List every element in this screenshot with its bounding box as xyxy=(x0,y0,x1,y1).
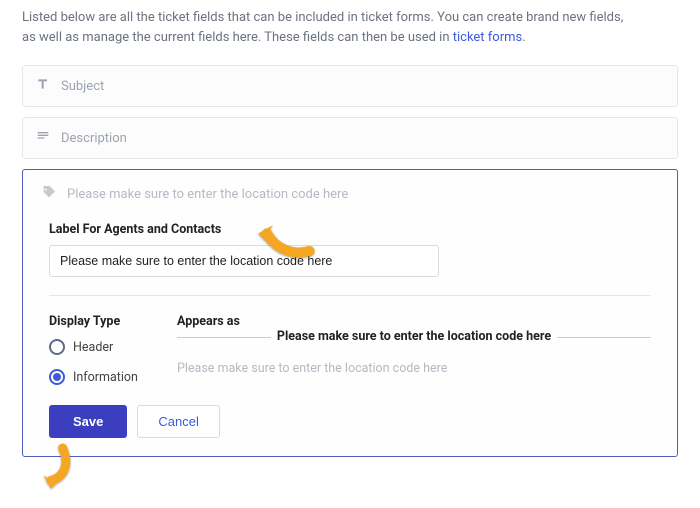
intro-text: Listed below are all the ticket fields t… xyxy=(22,8,678,47)
preview-muted-text: Please make sure to enter the location c… xyxy=(177,361,651,376)
editor-header: Please make sure to enter the location c… xyxy=(41,184,659,204)
label-for-agents-title: Label For Agents and Contacts xyxy=(49,222,651,237)
radio-information[interactable]: Information xyxy=(49,369,149,385)
field-row-subject[interactable]: Subject xyxy=(22,65,678,107)
radio-icon xyxy=(49,339,65,355)
display-type-title: Display Type xyxy=(49,314,149,329)
appears-as-column: Appears as Please make sure to enter the… xyxy=(177,314,651,385)
label-block: Label For Agents and Contacts xyxy=(49,222,651,277)
intro-line2: as well as manage the current fields her… xyxy=(22,30,453,45)
editor-header-hint: Please make sure to enter the location c… xyxy=(67,187,348,202)
field-row-description[interactable]: Description xyxy=(22,117,678,159)
save-button[interactable]: Save xyxy=(49,405,127,438)
cancel-button[interactable]: Cancel xyxy=(137,405,219,438)
radio-header[interactable]: Header xyxy=(49,339,149,355)
text-type-icon xyxy=(35,76,51,96)
appears-as-preview: Please make sure to enter the location c… xyxy=(177,337,651,376)
intro-period: . xyxy=(522,30,525,45)
divider xyxy=(49,295,651,296)
intro-line1: Listed below are all the ticket fields t… xyxy=(22,10,623,25)
tag-icon xyxy=(41,184,57,204)
radio-information-label: Information xyxy=(73,370,138,385)
display-type-row: Display Type Header Information Appears … xyxy=(49,314,651,385)
appears-as-title: Appears as xyxy=(177,314,651,329)
radio-header-label: Header xyxy=(73,340,113,355)
radio-icon xyxy=(49,369,65,385)
field-description-label: Description xyxy=(61,131,127,146)
label-for-agents-input[interactable] xyxy=(49,245,439,277)
preview-bold-text: Please make sure to enter the location c… xyxy=(271,329,557,344)
field-subject-label: Subject xyxy=(61,79,104,94)
button-row: Save Cancel xyxy=(49,405,659,438)
annotation-arrow-icon xyxy=(29,440,79,494)
ticket-forms-link[interactable]: ticket forms xyxy=(453,30,523,45)
display-type-column: Display Type Header Information xyxy=(49,314,149,385)
field-editor-panel: Please make sure to enter the location c… xyxy=(22,169,678,457)
paragraph-icon xyxy=(35,128,51,148)
